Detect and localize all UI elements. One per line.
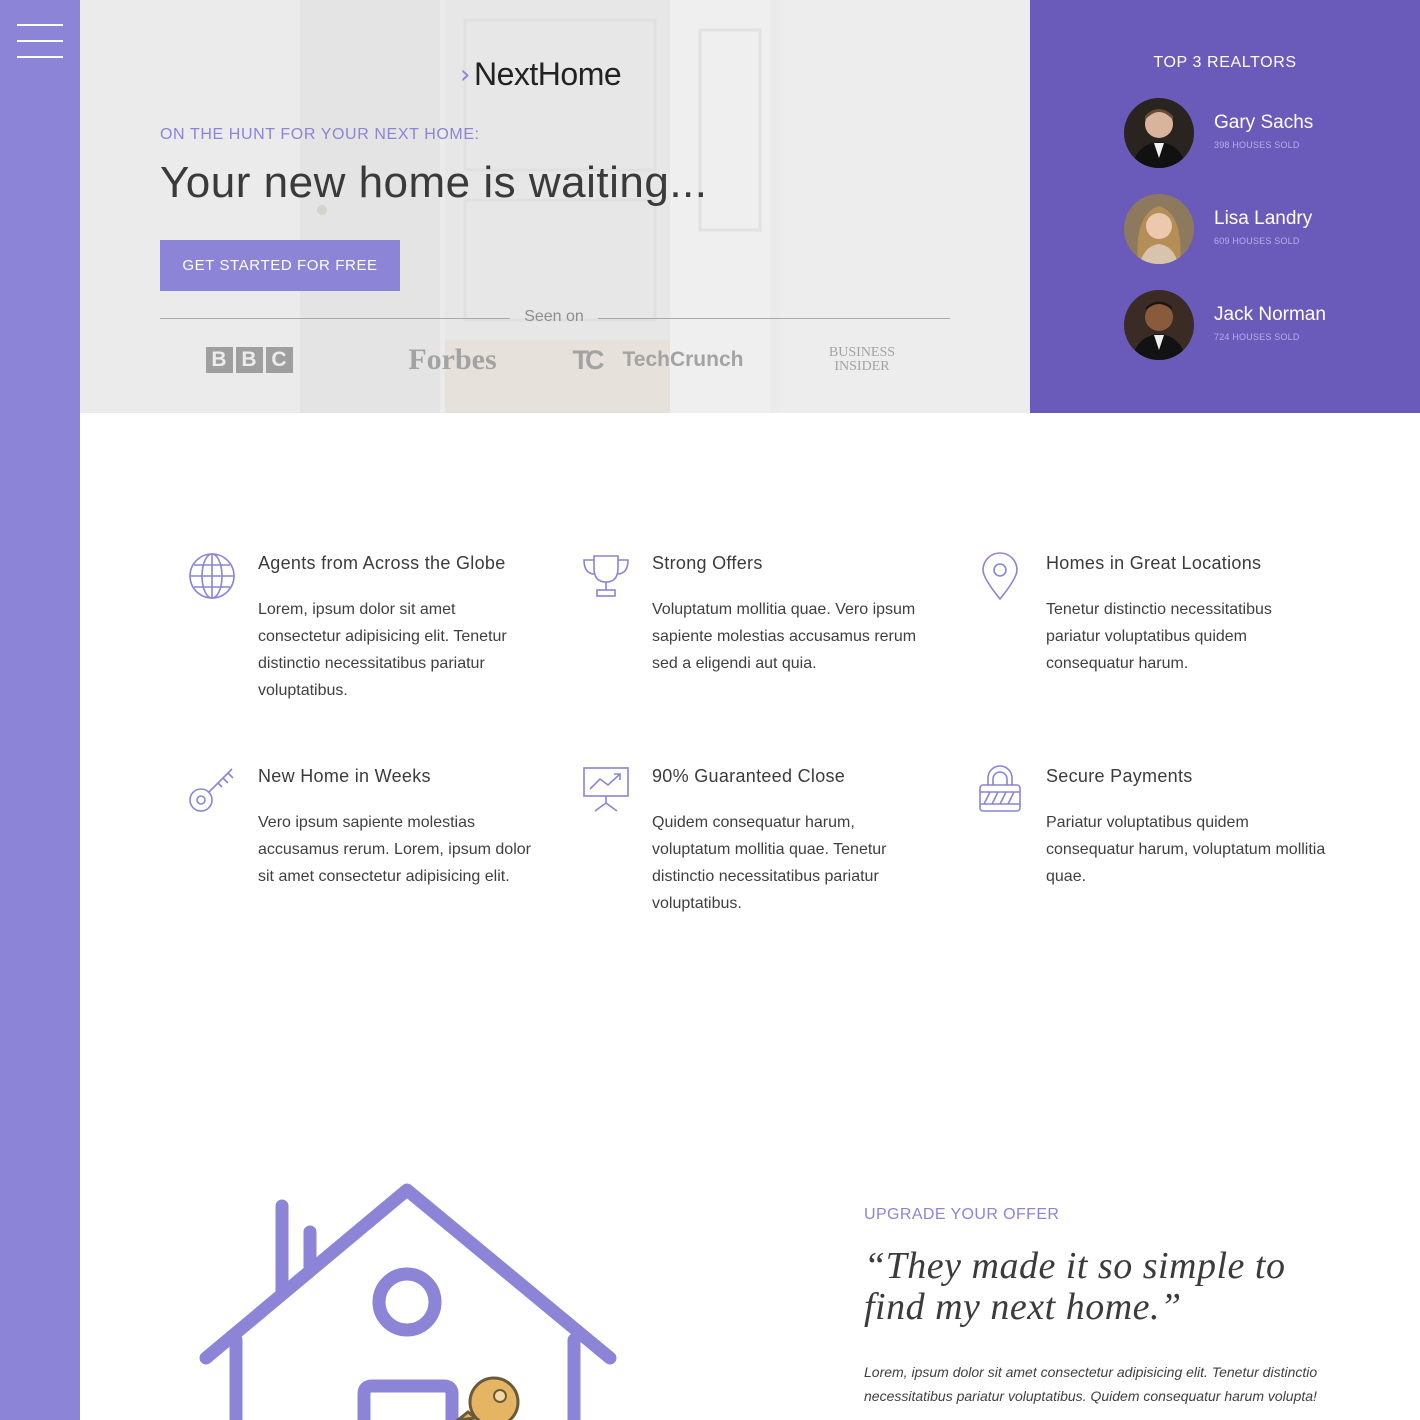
top-realtors-panel: TOP 3 REALTORS Gary Sachs 398 HOUSES SOL… [1030,0,1420,413]
feature-title: Strong Offers [652,553,763,573]
feature-text: Tenetur distinctio necessitatibus pariat… [1046,601,1272,672]
seen-on-divider: Seen on [160,306,950,330]
realtor-houses-sold: 724 HOUSES SOLD [1214,332,1300,342]
feature-title: Secure Payments [1046,766,1193,786]
seen-on-label: Seen on [524,308,584,325]
feature-title: New Home in Weeks [258,766,431,786]
business-insider-logo: BUSINESS INSIDER [820,340,904,380]
logo-chevron-icon: › [460,60,471,90]
realtors-title: TOP 3 REALTORS [1153,54,1297,71]
hero-headline: Your new home is waiting... [160,158,708,207]
feature-title: Agents from Across the Globe [258,553,506,573]
feature-text: Quidem consequatur harum, voluptatum mol… [652,814,887,912]
realtor-name: Lisa Landry [1214,208,1313,229]
hamburger-menu-icon[interactable] [17,24,63,58]
feature-text: Lorem, ipsum dolor sit amet consectetur … [258,601,507,699]
techcrunch-mark: TC [572,344,605,375]
key-illustration-icon [455,1376,520,1420]
avatar-icon [1124,98,1194,168]
realtor-card-lisa-landry[interactable]: Lisa Landry 609 HOUSES SOLD [1124,194,1414,266]
realtor-houses-sold: 609 HOUSES SOLD [1214,236,1300,246]
forbes-logo: Forbes [408,343,497,376]
bbc-letter: B [205,347,233,373]
hero-kicker: ON THE HUNT FOR YOUR NEXT HOME: [160,126,480,143]
testimonial-body: Lorem, ipsum dolor sit amet consectetur … [864,1364,1318,1404]
techcrunch-wordmark: TechCrunch [622,348,744,371]
padlock-icon [979,765,1021,812]
menu-line [17,56,63,58]
techcrunch-logo: TC TechCrunch [568,340,748,380]
key-icon [189,768,234,812]
globe-icon [189,553,235,599]
business-insider-line1: BUSINESS [828,345,896,360]
hero-section: › NextHome ON THE HUNT FOR YOUR NEXT HOM… [80,0,1030,413]
feature-title: 90% Guaranteed Close [652,766,846,786]
avatar-icon [1124,290,1194,360]
divider-line [160,318,510,319]
feature-text: Vero ipsum sapiente molestias accusamus … [258,814,531,885]
bbc-letter: B [235,347,263,373]
realtor-name: Gary Sachs [1214,112,1314,133]
bbc-logo: B B C [204,340,294,380]
nexthome-logo[interactable]: › NextHome [460,56,660,96]
menu-line [17,40,63,42]
realtor-houses-sold: 398 HOUSES SOLD [1214,140,1300,150]
testimonial-kicker: UPGRADE YOUR OFFER [864,1206,1060,1223]
presentation-chart-icon [583,767,629,812]
feature-text: Voluptatum mollitia quae. Vero ipsum sap… [652,601,917,672]
house-key-illustration [199,1183,617,1420]
business-insider-line2: INSIDER [834,359,890,374]
avatar-icon [1124,194,1194,264]
realtor-card-gary-sachs[interactable]: Gary Sachs 398 HOUSES SOLD [1124,98,1414,170]
realtor-name: Jack Norman [1214,304,1326,325]
divider-line [598,318,950,319]
realtor-card-jack-norman[interactable]: Jack Norman 724 HOUSES SOLD [1124,290,1414,362]
feature-title: Homes in Great Locations [1046,553,1262,573]
testimonial-quote: “They made it so simple to find my next … [864,1245,1286,1328]
location-pin-icon [982,552,1018,600]
trophy-icon [583,555,629,597]
left-sidebar-rail [0,0,80,1420]
bbc-letter: C [265,347,293,373]
logo-text: NextHome [474,56,622,92]
get-started-button[interactable]: GET STARTED FOR FREE [160,240,400,291]
feature-text: Pariatur voluptatibus quidem consequatur… [1046,814,1326,885]
menu-line [17,24,63,26]
